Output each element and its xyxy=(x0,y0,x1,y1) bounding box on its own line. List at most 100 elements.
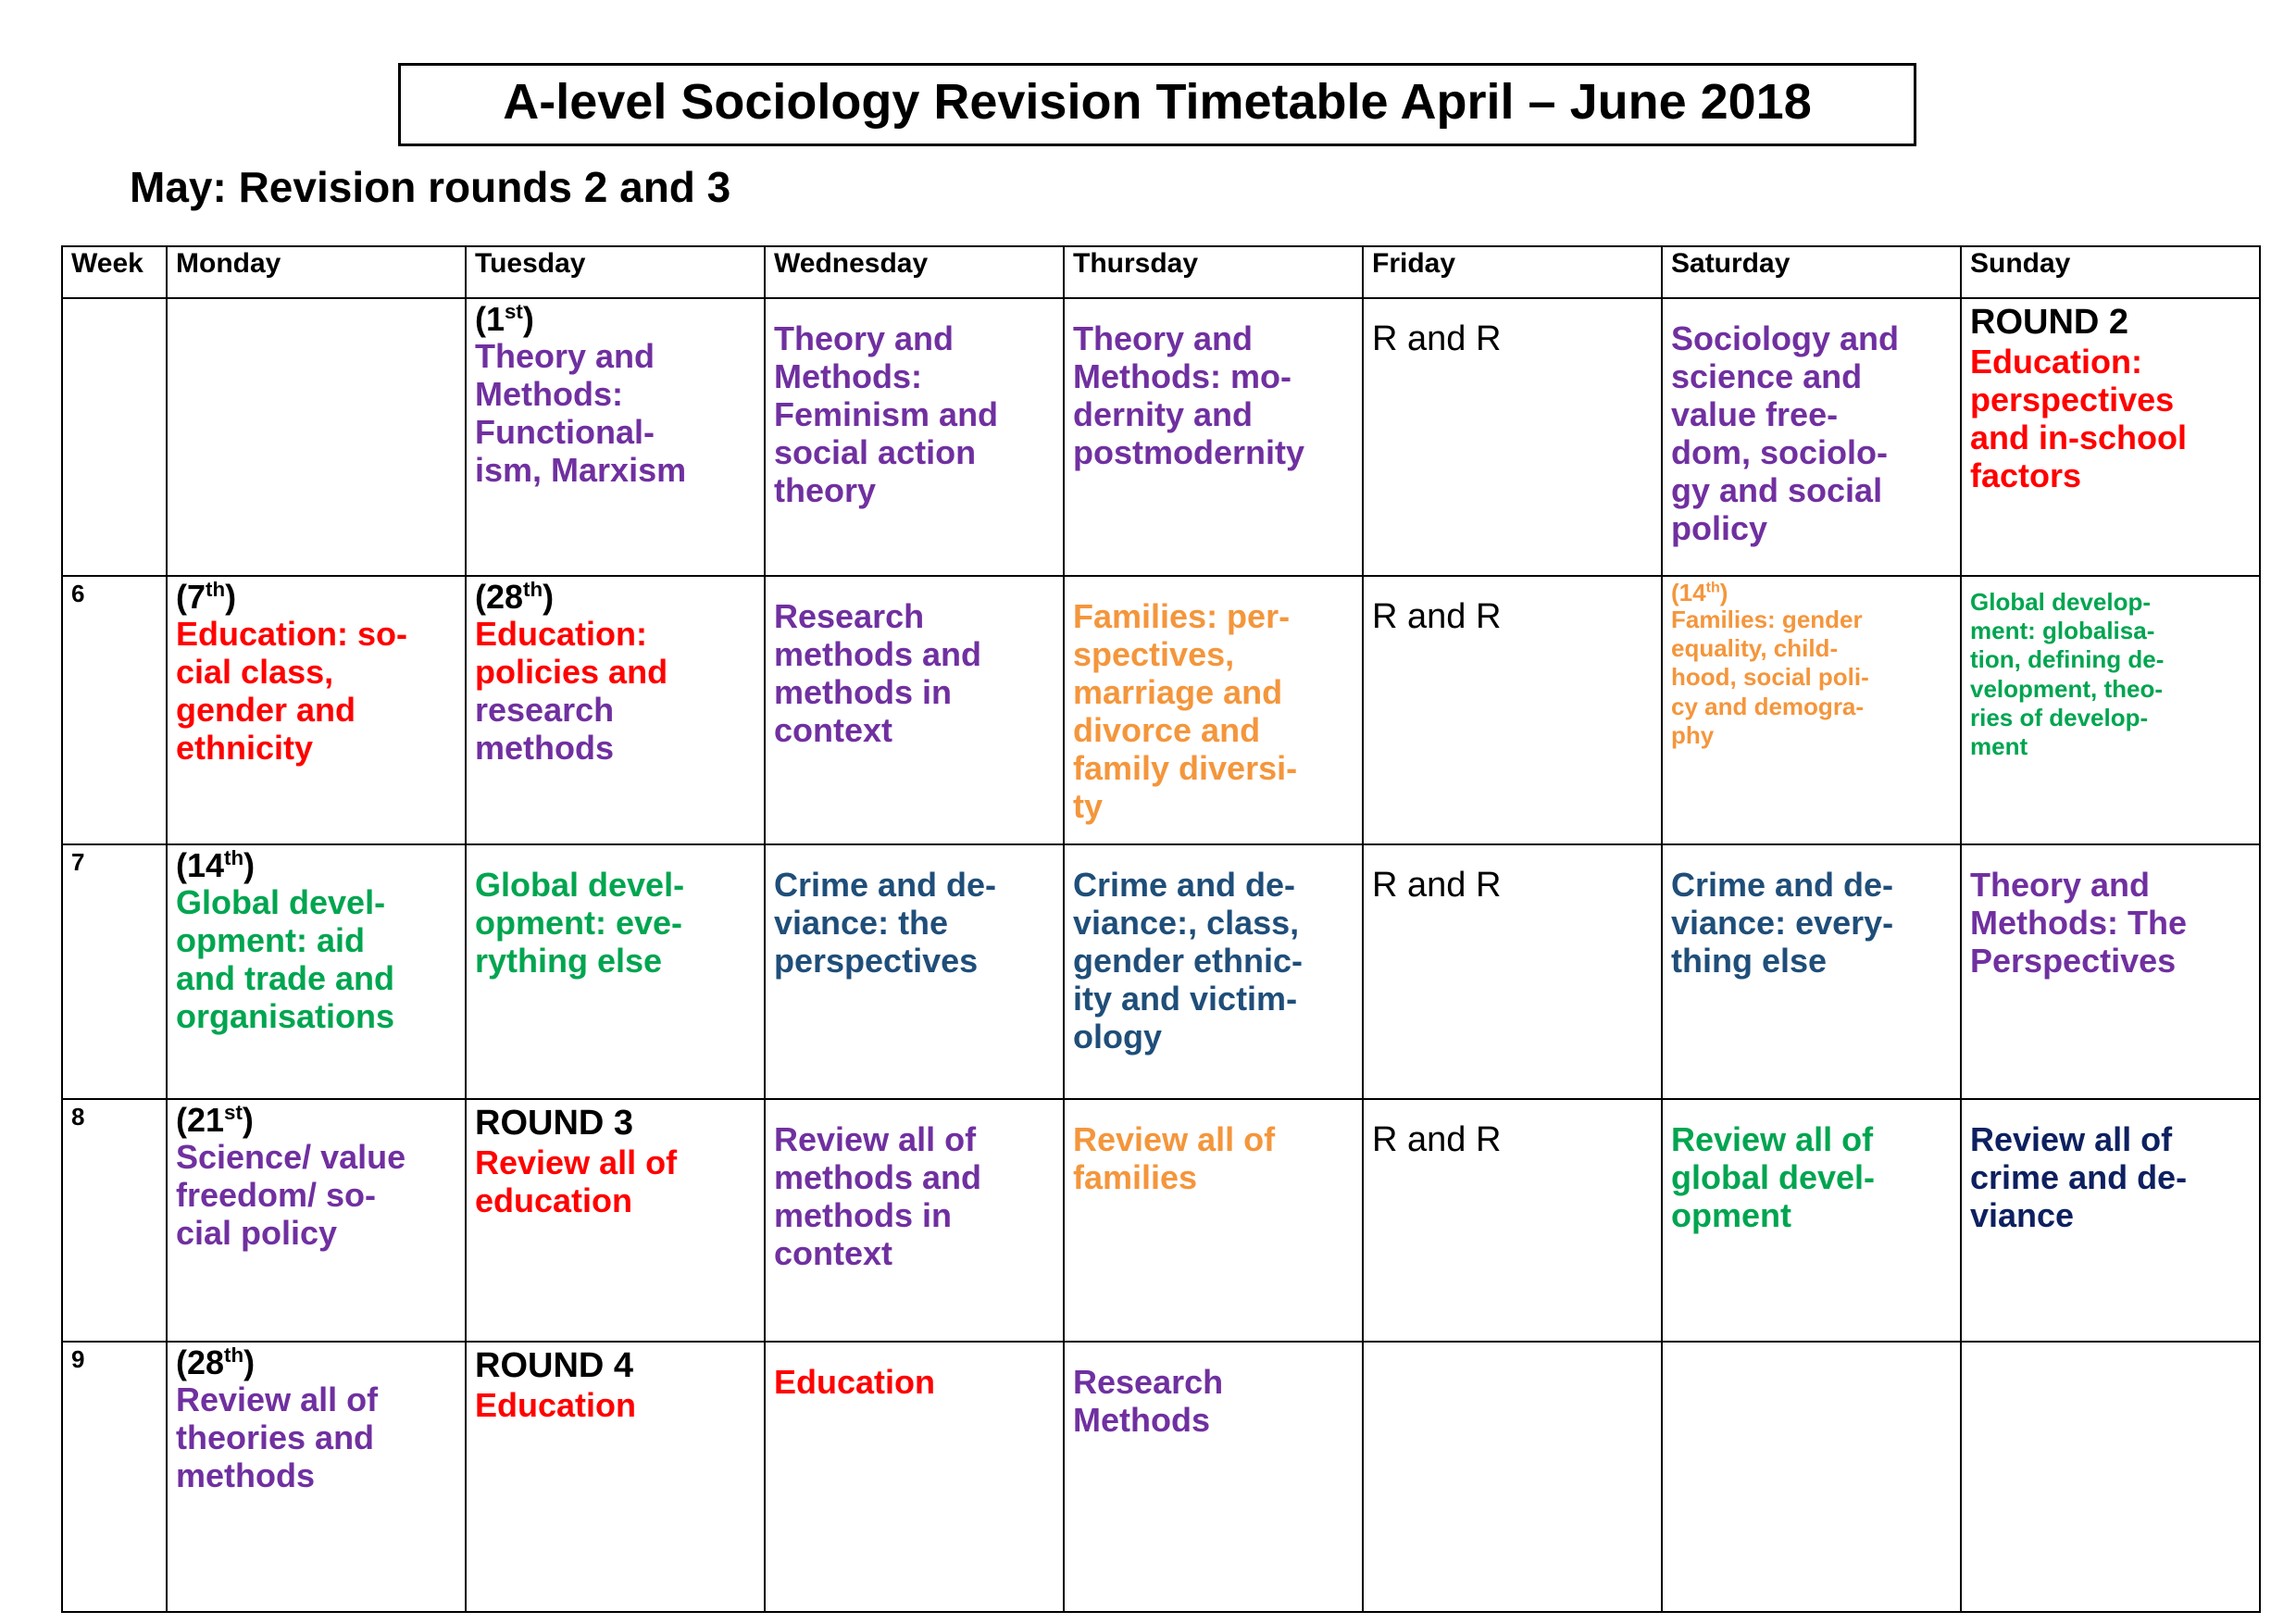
cell-text-line: methods and xyxy=(774,635,982,674)
cell-saturday[interactable]: Sociology and science and value free-dom, … xyxy=(1661,297,1962,577)
cell-text-line: R and R xyxy=(1372,1120,1502,1159)
cell-text-line: R and R xyxy=(1372,597,1502,636)
cell-text-line: methods xyxy=(176,1456,316,1495)
cell-monday[interactable] xyxy=(166,297,467,577)
cell-text-line: Perspectives xyxy=(1970,942,2177,981)
cell-friday[interactable]: R and R xyxy=(1362,575,1663,845)
cell-text-line: rything else xyxy=(475,942,663,981)
cell-text-line: Education: xyxy=(475,615,647,653)
cell-text-line: equality, child- xyxy=(1671,634,1839,663)
cell-tuesday[interactable]: ROUND 3 Review all of education xyxy=(465,1098,766,1343)
cell-text-line: ity and victim- xyxy=(1073,980,1298,1018)
cell-tuesday[interactable]: ROUND 4 Education xyxy=(465,1341,766,1613)
cell-saturday[interactable]: (14th) Families: gender equality, child-ho… xyxy=(1661,575,1962,845)
cell-text-line: Theory and xyxy=(1073,319,1254,357)
cell-content: Crime and de-viance: every-thing else xyxy=(1671,866,1953,980)
cell-content: Review all of families xyxy=(1073,1120,1354,1196)
cell-thursday[interactable]: Review all of families xyxy=(1063,1098,1364,1343)
cell-text-line: families xyxy=(1073,1158,1198,1197)
cell-monday[interactable]: (28th) Review all of theories and methods xyxy=(166,1341,467,1613)
cell-content: (21st) Science/ value freedom/ so-cial pol… xyxy=(176,1102,457,1252)
cell-friday[interactable]: R and R xyxy=(1362,843,1663,1100)
cell-text-line: tion, defining de- xyxy=(1970,645,2165,674)
cell-saturday xyxy=(1661,1341,1962,1613)
cell-thursday[interactable]: Theory and Methods: mo-dernity and postmod… xyxy=(1063,297,1364,577)
cell-text-line: context xyxy=(774,711,893,750)
cell-wednesday[interactable]: Research methods and methods in context xyxy=(764,575,1065,845)
cell-text-line: phy xyxy=(1671,720,1715,749)
cell-friday[interactable]: R and R xyxy=(1362,1098,1663,1343)
cell-text-line: cy and demogra- xyxy=(1671,692,1865,720)
week-number-cell: 6 xyxy=(61,575,168,845)
cell-content: (7th) Education: so-cial class, gender and… xyxy=(176,579,457,767)
cell-saturday[interactable]: Crime and de-viance: every-thing else xyxy=(1661,843,1962,1100)
cell-friday xyxy=(1362,1341,1663,1613)
cell-thursday[interactable]: Research Methods xyxy=(1063,1341,1364,1613)
table-row: (1st) Theory and Methods: Functional-ism, M… xyxy=(61,297,2261,577)
cell-tuesday[interactable]: (28th) Education: policies and research meth… xyxy=(465,575,766,845)
cell-content: (28th) Review all of theories and methods xyxy=(176,1343,457,1495)
cell-monday[interactable]: (21st) Science/ value freedom/ so-cial pol… xyxy=(166,1098,467,1343)
cell-text-line: methods in xyxy=(774,1196,953,1235)
cell-text-line: Methods: xyxy=(774,357,922,396)
cell-wednesday[interactable]: Review all of methods and methods in contex… xyxy=(764,1098,1065,1343)
cell-text-line: Crime and de- xyxy=(774,866,997,904)
cell-monday[interactable]: (7th) Education: so-cial class, gender and… xyxy=(166,575,467,845)
cell-text-line: context xyxy=(774,1234,893,1273)
cell-tuesday[interactable]: Global devel-opment: eve-rything else xyxy=(465,843,766,1100)
cell-text-line: dernity and xyxy=(1073,395,1254,434)
cell-thursday[interactable]: Families: per-spectives, marriage and divo… xyxy=(1063,575,1364,845)
cell-text-line: Global devel- xyxy=(475,866,685,904)
cell-text-line: Methods: mo- xyxy=(1073,357,1292,396)
table-header-row: Week Monday Tuesday Wednesday Thursday F… xyxy=(61,245,2261,299)
cell-wednesday[interactable]: Theory and Methods: Feminism and social act… xyxy=(764,297,1065,577)
cell-text-line: viance xyxy=(1970,1196,2075,1235)
week-number-cell: 8 xyxy=(61,1098,168,1343)
cell-content: Review all of global devel-opment xyxy=(1671,1120,1953,1234)
cell-text-line: Families: per- xyxy=(1073,597,1291,635)
cell-wednesday[interactable]: Education xyxy=(764,1341,1065,1613)
cell-text-line: organisations xyxy=(176,997,395,1036)
cell-content: Crime and de-viance:, class, gender ethni… xyxy=(1073,866,1354,1056)
cell-content: Research methods and methods in context xyxy=(774,597,1055,749)
column-header-thursday: Thursday xyxy=(1063,245,1364,299)
cell-text-line: global devel- xyxy=(1671,1158,1876,1197)
cell-saturday[interactable]: Review all of global devel-opment xyxy=(1661,1098,1962,1343)
cell-monday[interactable]: (14th) Global devel-opment: aid and trade … xyxy=(166,843,467,1100)
month-subtitle: May: Revision rounds 2 and 3 xyxy=(130,163,731,211)
cell-friday[interactable]: R and R xyxy=(1362,297,1663,577)
table-row: 8 (21st) Science/ value freedom/ so-cial po… xyxy=(61,1098,2261,1343)
cell-text-line: Theory and xyxy=(1970,866,2151,904)
cell-text-line: Review all of xyxy=(1073,1120,1276,1158)
cell-sunday[interactable]: Review all of crime and de-viance xyxy=(1960,1098,2261,1343)
column-header-sunday: Sunday xyxy=(1960,245,2261,299)
cell-text-line: Research xyxy=(1073,1363,1224,1401)
column-header-monday: Monday xyxy=(166,245,467,299)
cell-text-line: Methods xyxy=(1073,1401,1210,1440)
cell-text-line: Sociology and xyxy=(1671,319,1900,357)
cell-text-line: Review all of xyxy=(1970,1120,2173,1158)
cell-text-line: value free- xyxy=(1671,395,1839,434)
cell-thursday[interactable]: Crime and de-viance:, class, gender ethni… xyxy=(1063,843,1364,1100)
cell-text-line: R and R xyxy=(1372,319,1502,358)
cell-text-line: dom, sociolo- xyxy=(1671,433,1888,472)
cell-text-line: crime and de- xyxy=(1970,1158,2188,1197)
cell-text-line: thing else xyxy=(1671,942,1828,981)
cell-text-line: Education xyxy=(475,1386,637,1425)
cell-tuesday[interactable]: (1st) Theory and Methods: Functional-ism, M… xyxy=(465,297,766,577)
cell-text-line: Education: xyxy=(1970,343,2142,381)
cell-text-line: Science/ value xyxy=(176,1138,406,1176)
cell-text-line: Review all of xyxy=(1671,1120,1874,1158)
cell-text-line: Crime and de- xyxy=(1073,866,1296,904)
cell-sunday[interactable]: ROUND 2 Education: perspectives and in-scho… xyxy=(1960,297,2261,577)
cell-text-line: opment: eve- xyxy=(475,904,683,943)
cell-date-label: (28th) xyxy=(176,1343,256,1381)
week-number-cell: 7 xyxy=(61,843,168,1100)
cell-text-line: spectives, xyxy=(1073,635,1235,674)
cell-text-line: hood, social poli- xyxy=(1671,663,1869,692)
cell-wednesday[interactable]: Crime and de-viance: the perspectives xyxy=(764,843,1065,1100)
cell-content: Families: per-spectives, marriage and divo… xyxy=(1073,597,1354,825)
cell-sunday[interactable]: Theory and Methods: The Perspectives xyxy=(1960,843,2261,1100)
cell-text-line: viance: the xyxy=(774,904,949,943)
cell-sunday[interactable]: Global develop-ment: globalisa-tion, def… xyxy=(1960,575,2261,845)
